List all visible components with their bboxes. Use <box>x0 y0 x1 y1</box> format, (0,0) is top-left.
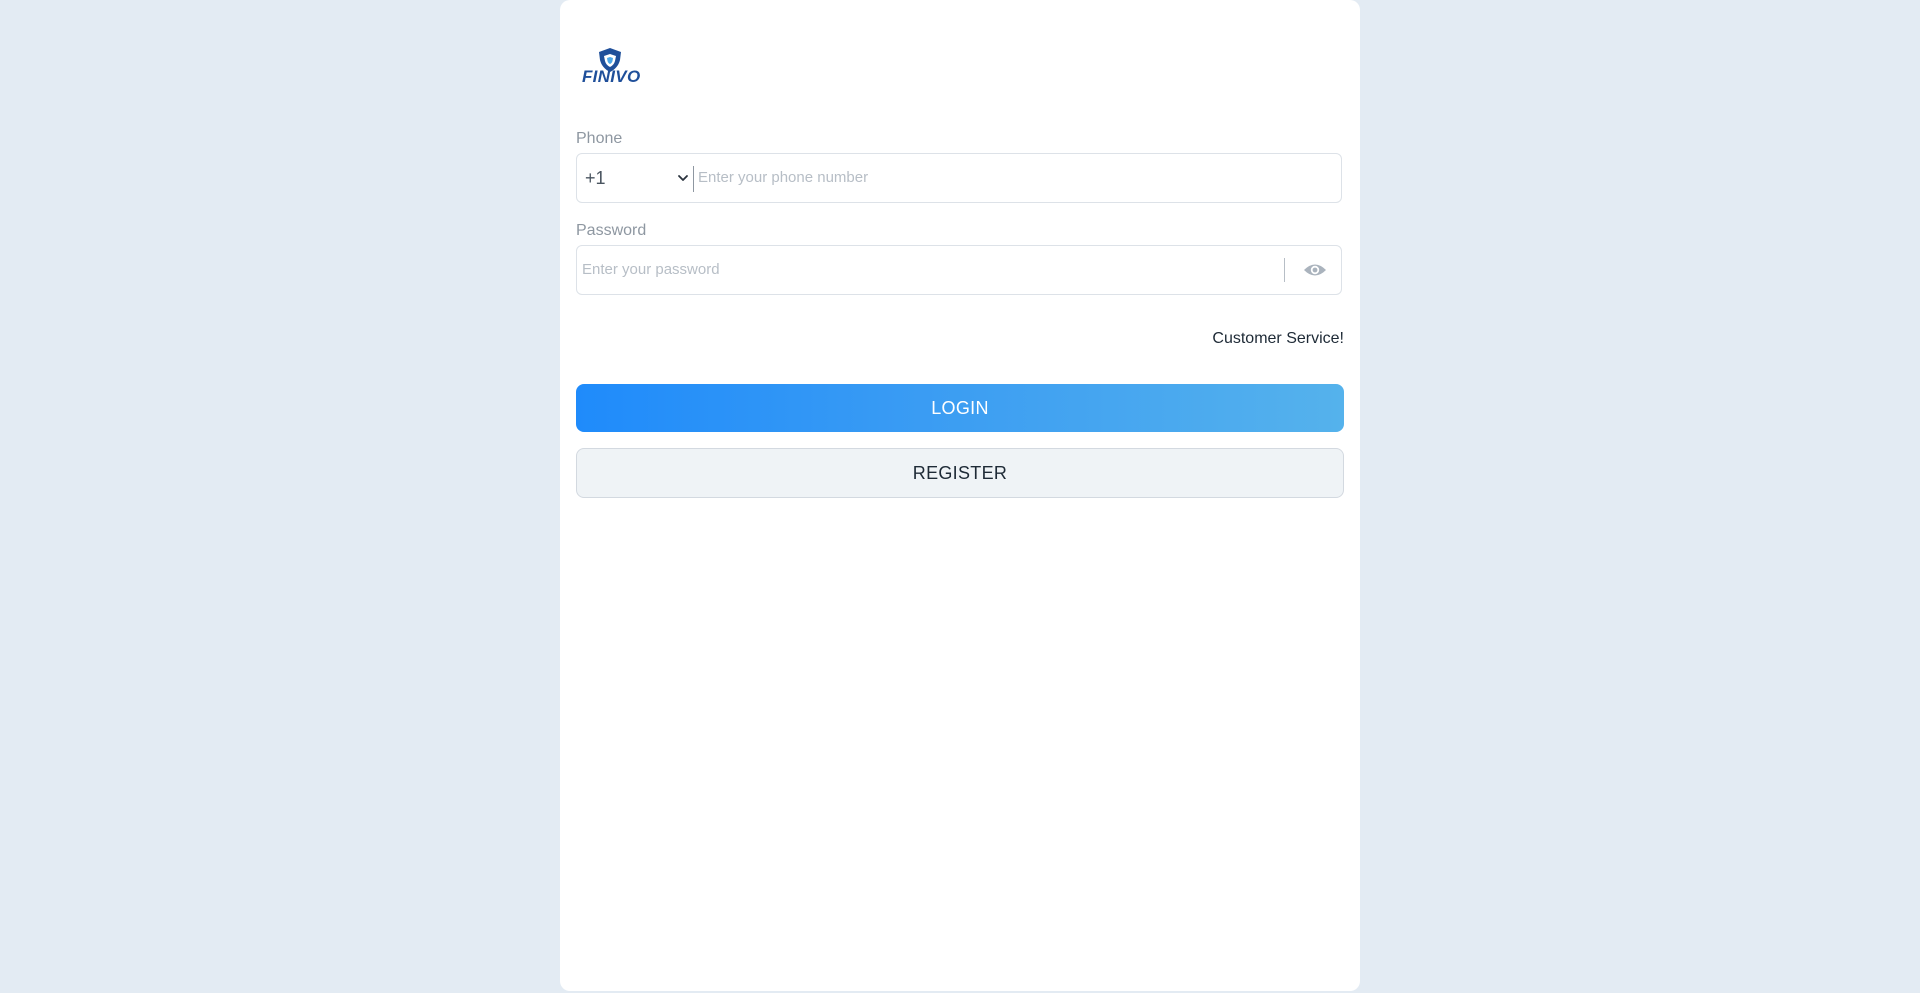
register-button[interactable]: REGISTER <box>576 448 1344 498</box>
customer-service-link[interactable]: Customer Service! <box>1212 330 1344 348</box>
password-input[interactable]: Enter your password <box>582 246 1272 294</box>
password-field: Enter your password <box>576 245 1342 295</box>
brand-logo-text: FINIVO <box>582 67 641 86</box>
phone-input[interactable]: Enter your phone number <box>698 154 1338 202</box>
phone-label: Phone <box>576 130 623 147</box>
password-divider <box>1284 258 1285 282</box>
chevron-down-icon <box>678 175 688 181</box>
login-button[interactable]: LOGIN <box>576 384 1344 432</box>
password-label: Password <box>576 222 647 239</box>
country-code-select[interactable]: +1 <box>577 154 693 202</box>
login-card: FINIVO Phone +1 Enter your phone number … <box>560 0 1360 991</box>
phone-field: +1 Enter your phone number <box>576 153 1342 203</box>
eye-icon[interactable] <box>1303 259 1327 281</box>
phone-divider <box>693 166 694 192</box>
country-code-value: +1 <box>585 167 606 188</box>
